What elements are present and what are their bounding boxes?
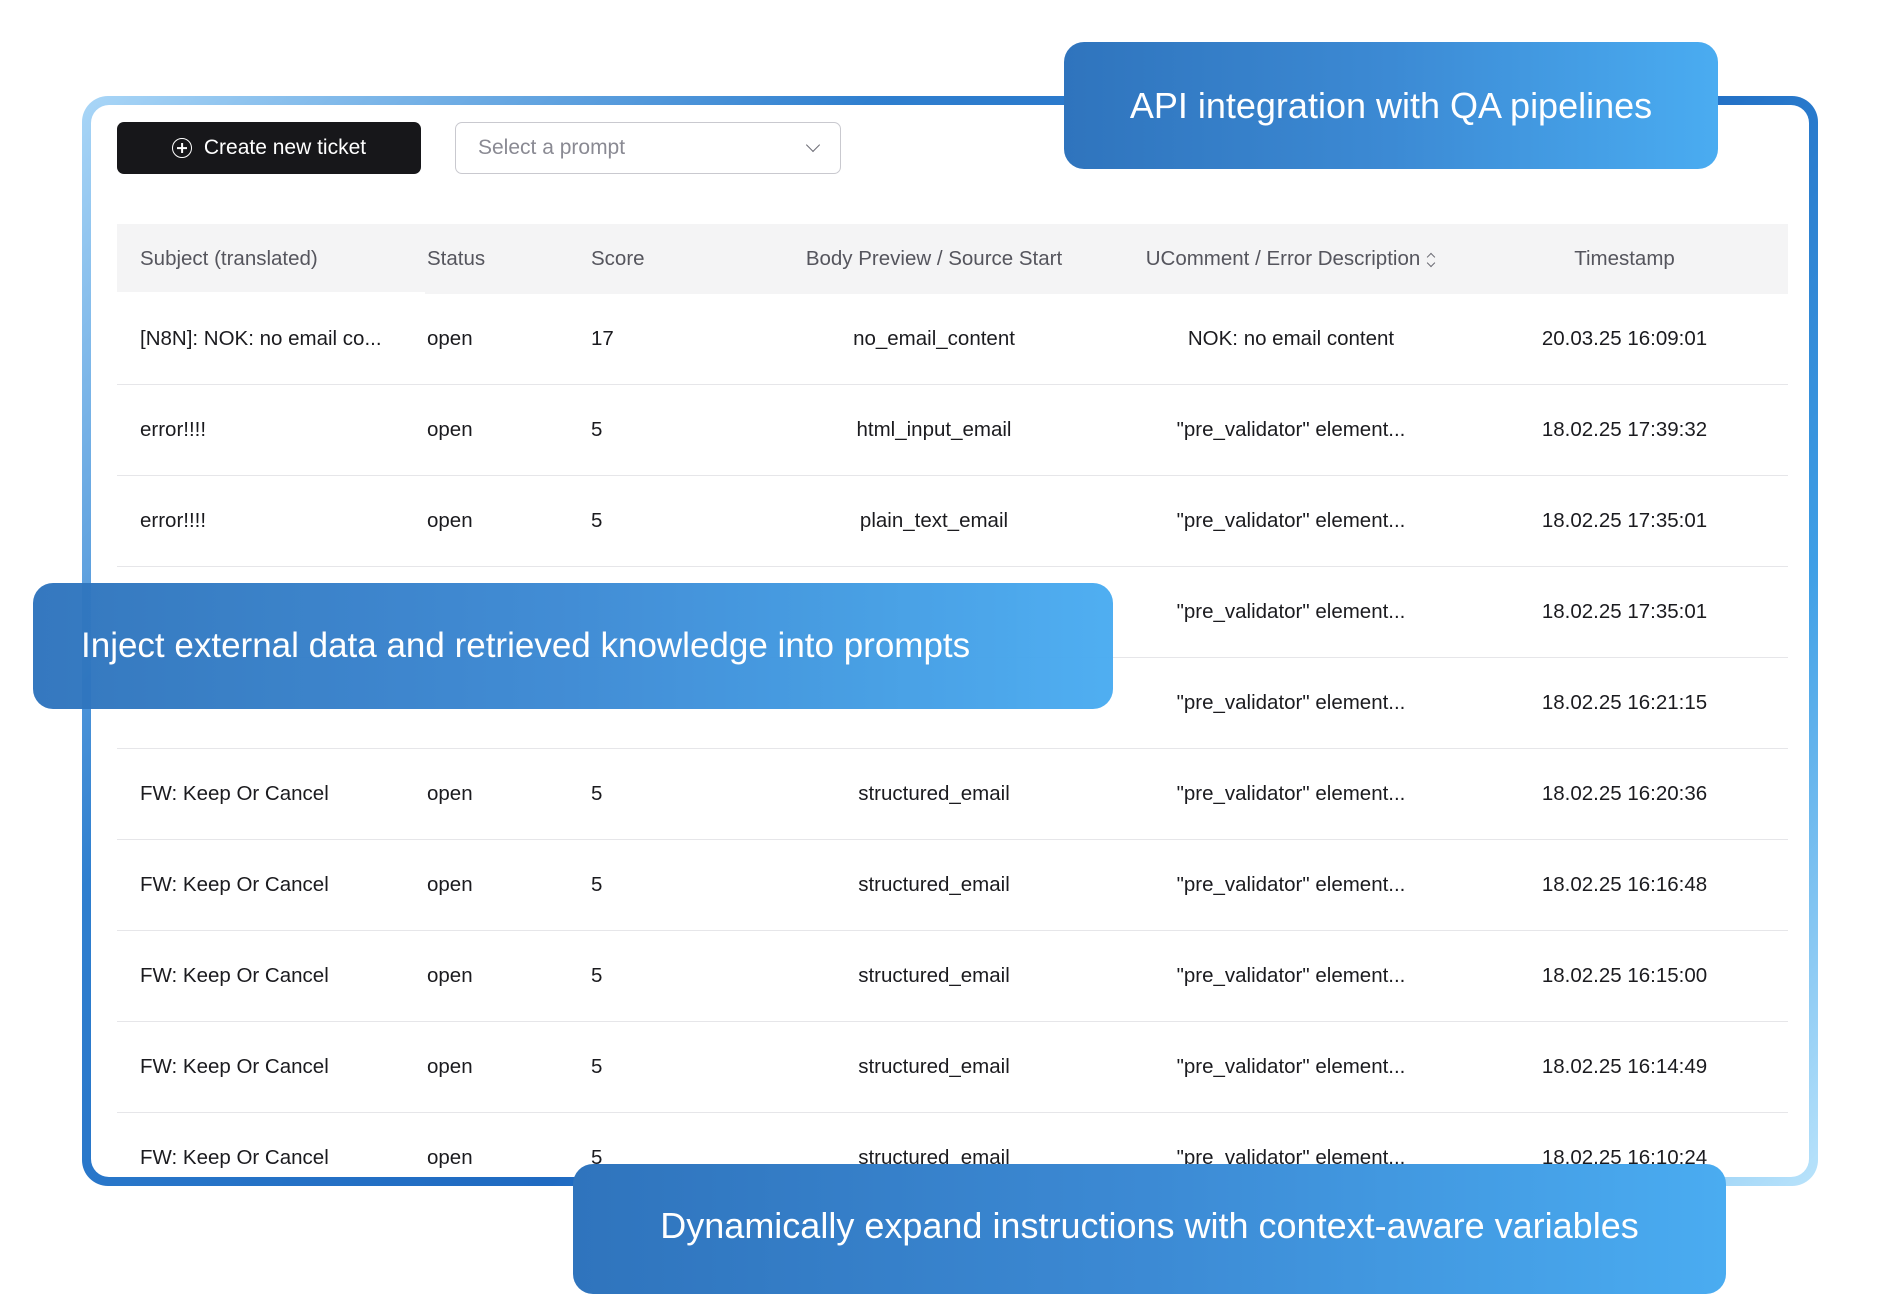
cell-timestamp: 18.02.25 16:21:15 [1541,691,1708,714]
callout-inject-data: Inject external data and retrieved knowl… [33,583,1113,709]
cell-subject: error!!!! [140,509,207,532]
cell-subject: error!!!! [140,418,207,441]
cell-score: 5 [591,1055,603,1078]
table-row[interactable]: error!!!! open 5 plain_text_email "pre_valid… [117,476,1788,567]
cell-body-preview: structured_email [858,873,1010,896]
table-row[interactable]: FW: Keep Or Cancel open 5 structured_email "… [117,749,1788,840]
column-header-timestamp[interactable]: Timestamp [1481,247,1768,271]
column-header-comment-label: UComment / Error Description [1145,247,1421,270]
column-header-comment[interactable]: UComment / Error Description [1101,247,1481,271]
cell-timestamp: 18.02.25 16:16:48 [1541,873,1708,896]
cell-subject: FW: Keep Or Cancel [140,782,329,805]
callout-api-integration-text: API integration with QA pipelines [1129,84,1653,126]
cell-comment: "pre_validator" element... [1176,418,1406,441]
cell-score: 5 [591,418,603,441]
column-header-score[interactable]: Score [591,247,767,271]
cell-subject: FW: Keep Or Cancel [140,1055,329,1078]
table-row[interactable]: [N8N]: NOK: no email co... open 17 no_email… [117,294,1788,385]
cell-comment: "pre_validator" element... [1176,873,1406,896]
cell-comment: "pre_validator" element... [1176,600,1406,623]
cell-status: open [427,1146,473,1169]
cell-score: 5 [591,873,603,896]
cell-subject: FW: Keep Or Cancel [140,964,329,987]
callout-dynamic-instructions: Dynamically expand instructions with con… [573,1164,1726,1294]
cell-timestamp: 18.02.25 17:39:32 [1541,418,1708,441]
cell-timestamp: 18.02.25 17:35:01 [1541,600,1708,623]
cell-comment: "pre_validator" element... [1176,782,1406,805]
cell-status: open [427,873,473,896]
cell-status: open [427,964,473,987]
cell-body-preview: no_email_content [853,327,1015,350]
table-header: Subject (translated) Status Score Body P… [117,224,1788,294]
cell-body-preview: structured_email [858,964,1010,987]
cell-score: 5 [591,509,603,532]
cell-status: open [427,782,473,805]
cell-comment: NOK: no email content [1187,327,1395,350]
create-ticket-button[interactable]: Create new ticket [117,122,421,174]
cell-subject: FW: Keep Or Cancel [140,873,329,896]
cell-subject: FW: Keep Or Cancel [140,1146,329,1169]
cell-score: 5 [591,964,603,987]
sort-icon[interactable] [1426,252,1436,268]
prompt-select-placeholder: Select a prompt [478,136,626,159]
cell-status: open [427,509,473,532]
table-row[interactable]: error!!!! open 5 html_input_email "pre_valid… [117,385,1788,476]
cell-comment: "pre_validator" element... [1176,691,1406,714]
cell-comment: "pre_validator" element... [1176,964,1406,987]
cell-subject: [N8N]: NOK: no email co... [140,327,382,350]
cell-body-preview: structured_email [858,782,1010,805]
column-header-status[interactable]: Status [427,247,591,271]
prompt-select[interactable]: Select a prompt [455,122,841,174]
cell-timestamp: 18.02.25 17:35:01 [1541,509,1708,532]
column-header-subject[interactable]: Subject (translated) [117,247,427,271]
create-ticket-label: Create new ticket [203,136,367,159]
cell-body-preview: structured_email [858,1055,1010,1078]
cell-timestamp: 18.02.25 16:14:49 [1541,1055,1708,1078]
cell-body-preview: html_input_email [856,418,1012,441]
plus-circle-icon [171,138,192,158]
cell-timestamp: 20.03.25 16:09:01 [1541,327,1708,350]
cell-status: open [427,418,473,441]
column-header-body-preview[interactable]: Body Preview / Source Start [767,247,1101,271]
cell-body-preview: plain_text_email [859,509,1009,532]
table-row[interactable]: FW: Keep Or Cancel open 5 structured_email "… [117,1022,1788,1113]
cell-score: 5 [591,782,603,805]
callout-api-integration: API integration with QA pipelines [1064,42,1718,169]
cell-score: 17 [591,327,614,350]
cell-status: open [427,1055,473,1078]
cell-timestamp: 18.02.25 16:20:36 [1541,782,1708,805]
callout-dynamic-instructions-text: Dynamically expand instructions with con… [660,1205,1639,1246]
cell-timestamp: 18.02.25 16:15:00 [1541,964,1708,987]
table-body: [N8N]: NOK: no email co... open 17 no_email… [117,294,1788,1177]
cell-comment: "pre_validator" element... [1176,1055,1406,1078]
callout-inject-data-text: Inject external data and retrieved knowl… [81,626,971,665]
table-row[interactable]: FW: Keep Or Cancel open 5 structured_email "… [117,840,1788,931]
chevron-down-icon [805,137,821,153]
table-row[interactable]: FW: Keep Or Cancel open 5 structured_email "… [117,931,1788,1022]
cell-status: open [427,327,473,350]
cell-comment: "pre_validator" element... [1176,509,1406,532]
